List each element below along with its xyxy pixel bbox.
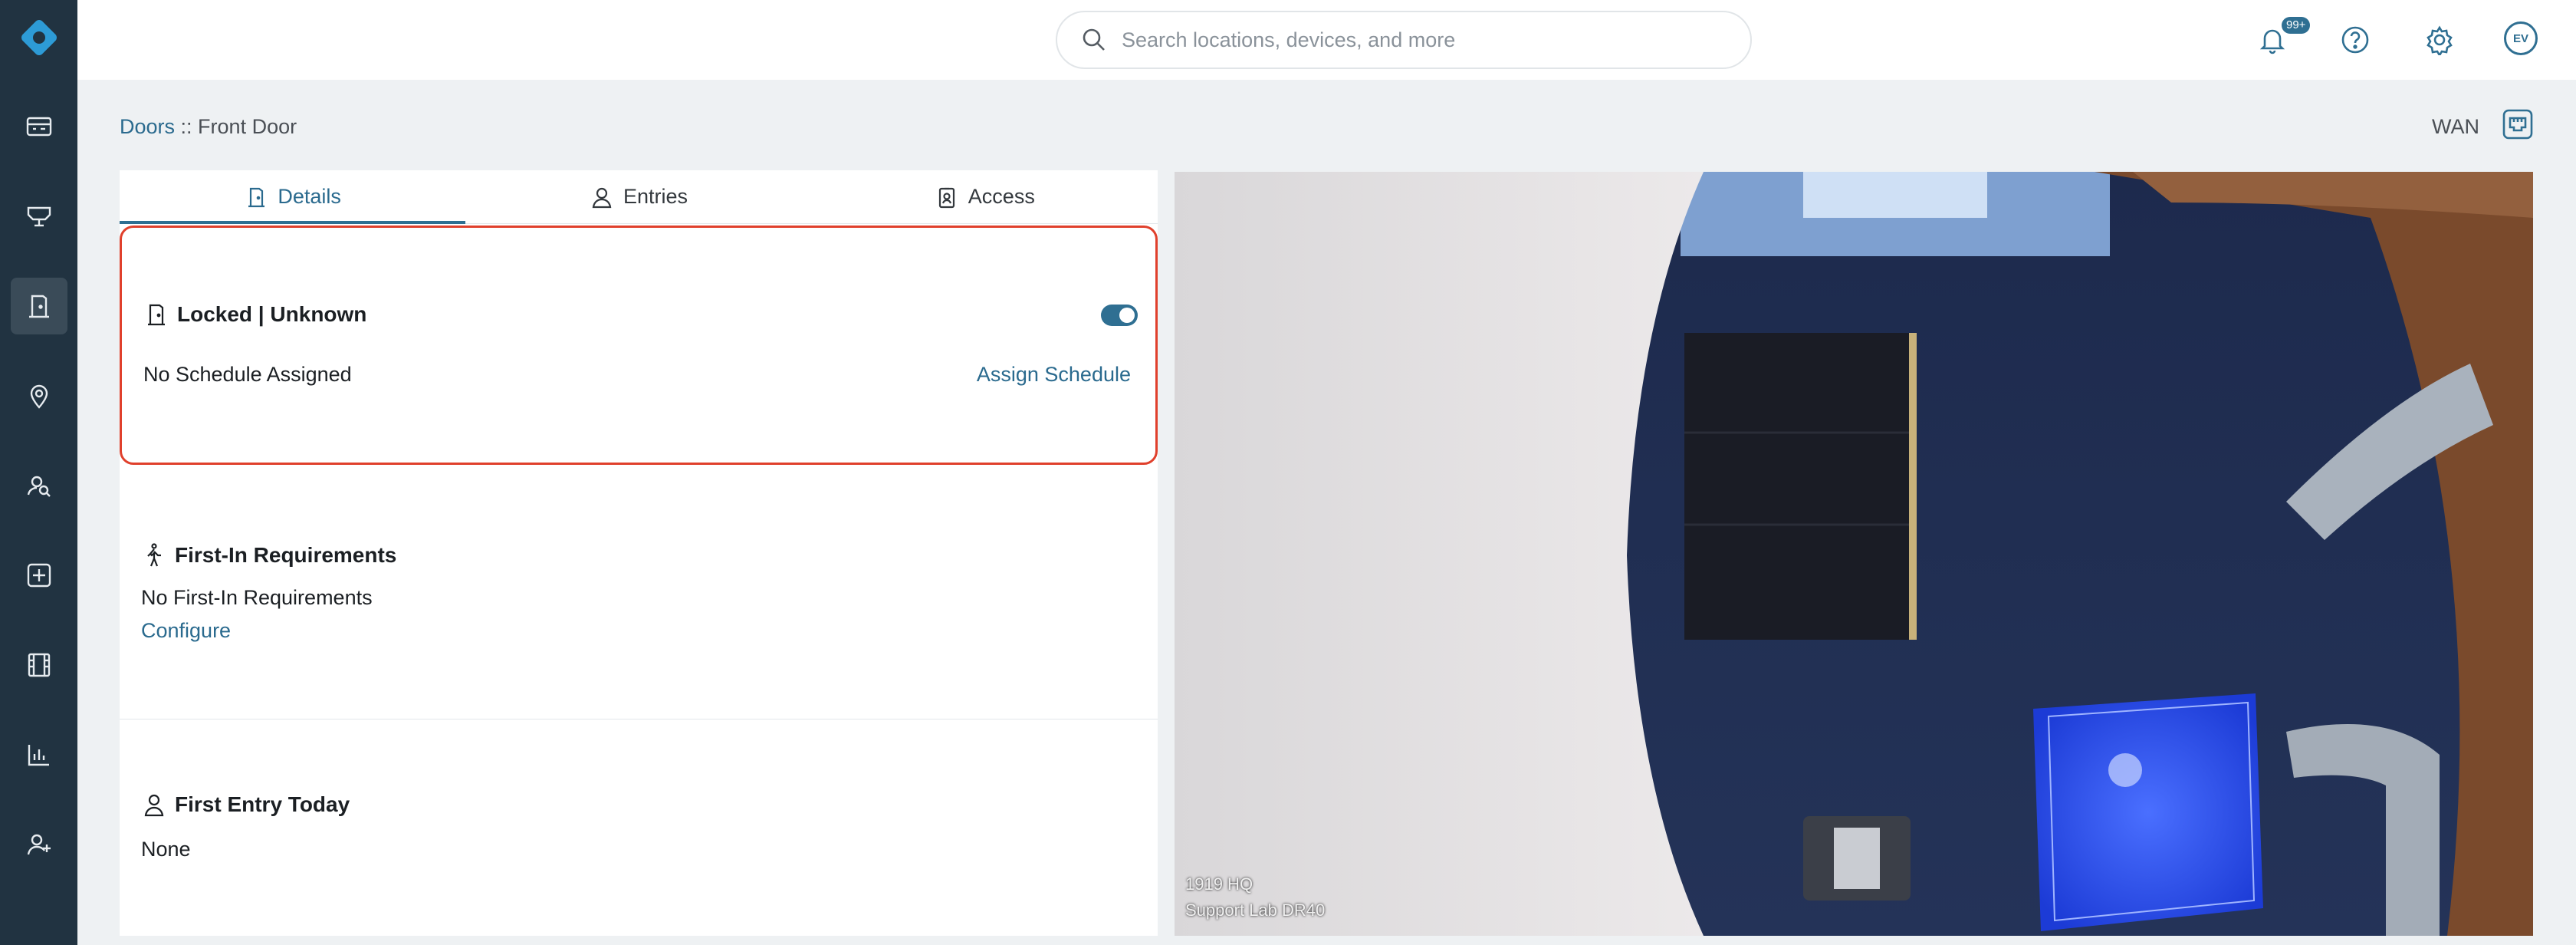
person-icon [592, 187, 612, 208]
video-icon[interactable] [11, 637, 67, 693]
door-details-panel: Details Entries Access Locked | Unknown … [120, 170, 1158, 936]
ethernet-icon [2502, 109, 2533, 140]
tab-details-label: Details [278, 185, 341, 208]
camera-icon[interactable] [11, 188, 67, 245]
door-icon [248, 187, 265, 207]
first-entry-value: None [141, 838, 191, 861]
search-input[interactable] [1122, 28, 1720, 52]
app-logo[interactable] [15, 14, 63, 61]
breadcrumb-doors-link[interactable]: Doors [120, 115, 175, 138]
top-bar [77, 0, 2576, 80]
breadcrumb: Doors :: Front Door [120, 115, 297, 139]
devices-icon[interactable] [11, 547, 67, 604]
add-user-icon[interactable] [11, 816, 67, 873]
first-in-title: First-In Requirements [141, 542, 396, 568]
first-in-status: No First-In Requirements [141, 586, 373, 609]
lock-status-text: Locked | Unknown [177, 302, 367, 326]
camera-location: 1919 HQ [1185, 874, 1254, 894]
badge-icon [938, 187, 955, 208]
tab-entries-label: Entries [623, 185, 688, 208]
search-box[interactable] [1056, 11, 1752, 69]
gear-icon[interactable] [2420, 20, 2459, 60]
help-icon[interactable] [2335, 20, 2375, 60]
doors-icon[interactable] [11, 278, 67, 334]
user-avatar[interactable]: EV [2504, 21, 2538, 55]
breadcrumb-separator: :: [175, 115, 199, 138]
first-entry-title: First Entry Today [141, 792, 350, 818]
tab-entries[interactable]: Entries [465, 170, 811, 223]
schedule-status: No Schedule Assigned [143, 363, 352, 386]
camera-image [1175, 172, 2533, 936]
breadcrumb-current: Front Door [198, 115, 297, 138]
dashboard-icon[interactable] [11, 98, 67, 155]
tab-access-label: Access [968, 185, 1035, 208]
reports-icon[interactable] [11, 726, 67, 783]
camera-name: Support Lab DR40 [1185, 901, 1326, 920]
walking-person-icon [147, 543, 161, 567]
sidebar [0, 0, 77, 945]
lock-toggle[interactable] [1101, 305, 1138, 326]
person-icon [144, 794, 164, 817]
tab-bar: Details Entries Access [120, 170, 1158, 224]
first-entry-title-text: First Entry Today [175, 792, 350, 816]
network-label: WAN [2432, 115, 2479, 138]
camera-feed[interactable]: 1919 HQ Support Lab DR40 [1175, 172, 2533, 936]
first-in-title-text: First-In Requirements [175, 543, 397, 567]
door-icon [148, 304, 165, 326]
people-search-icon[interactable] [11, 457, 67, 514]
location-pin-icon[interactable] [11, 367, 67, 424]
assign-schedule-link[interactable]: Assign Schedule [977, 363, 1131, 387]
camera-caption: 1919 HQ Support Lab DR40 [1185, 871, 1325, 924]
configure-link[interactable]: Configure [141, 619, 231, 643]
tab-details[interactable]: Details [120, 170, 466, 224]
search-icon [1083, 28, 1105, 51]
lock-status-card: Locked | Unknown No Schedule Assigned As… [120, 226, 1158, 465]
lock-status-title: Locked | Unknown [143, 301, 366, 328]
tab-access[interactable]: Access [812, 170, 1158, 223]
notification-badge: 99+ [2282, 17, 2311, 34]
